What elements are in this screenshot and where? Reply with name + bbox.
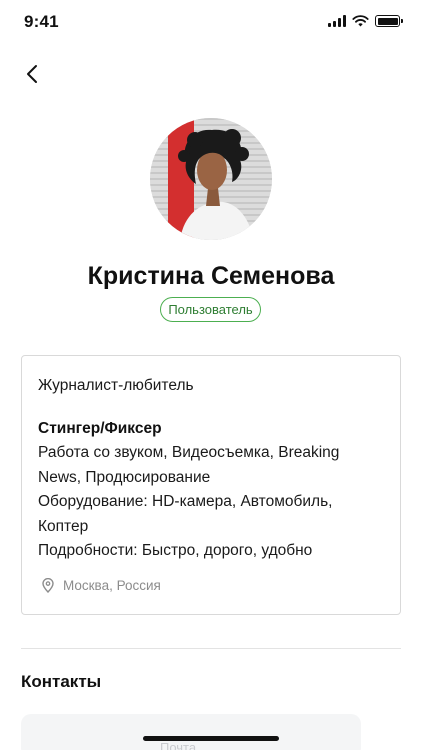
location: Москва, Россия [42, 578, 161, 593]
battery-icon [375, 15, 403, 27]
avatar [150, 118, 272, 240]
info-card: Журналист-любитель Стингер/Фиксер Работа… [21, 355, 401, 615]
location-text: Москва, Россия [63, 578, 161, 593]
card-subtitle: Журналист-любитель [38, 377, 194, 394]
wifi-icon [352, 15, 369, 27]
profile-photo [150, 118, 272, 240]
cellular-signal-icon [328, 15, 346, 27]
card-skills-line: News, Продюсирование [38, 468, 211, 486]
status-icons [328, 15, 403, 27]
section-divider [21, 648, 401, 649]
card-equipment-line: Оборудование: HD-камера, Автомобиль, [38, 493, 333, 510]
contacts-title: Контакты [21, 672, 102, 691]
profile-name: Кристина Семенова [87, 262, 335, 290]
contact-button-label: Почта [160, 740, 197, 750]
status-time: 9:41 [24, 12, 59, 31]
back-button[interactable] [18, 60, 46, 88]
chevron-left-icon [27, 65, 37, 83]
map-pin-icon [42, 578, 54, 593]
card-title: Стингер/Фиксер [38, 419, 162, 437]
card-equipment-line: Коптер [38, 517, 89, 535]
home-indicator [143, 736, 279, 741]
status-bar: 9:41 [0, 0, 422, 46]
role-badge: Пользователь [160, 297, 261, 322]
card-skills-line: Работа со звуком, Видеосъемка, Breaking [38, 444, 340, 461]
card-details-line: Подробности: Быстро, дорого, удобно [38, 542, 313, 559]
